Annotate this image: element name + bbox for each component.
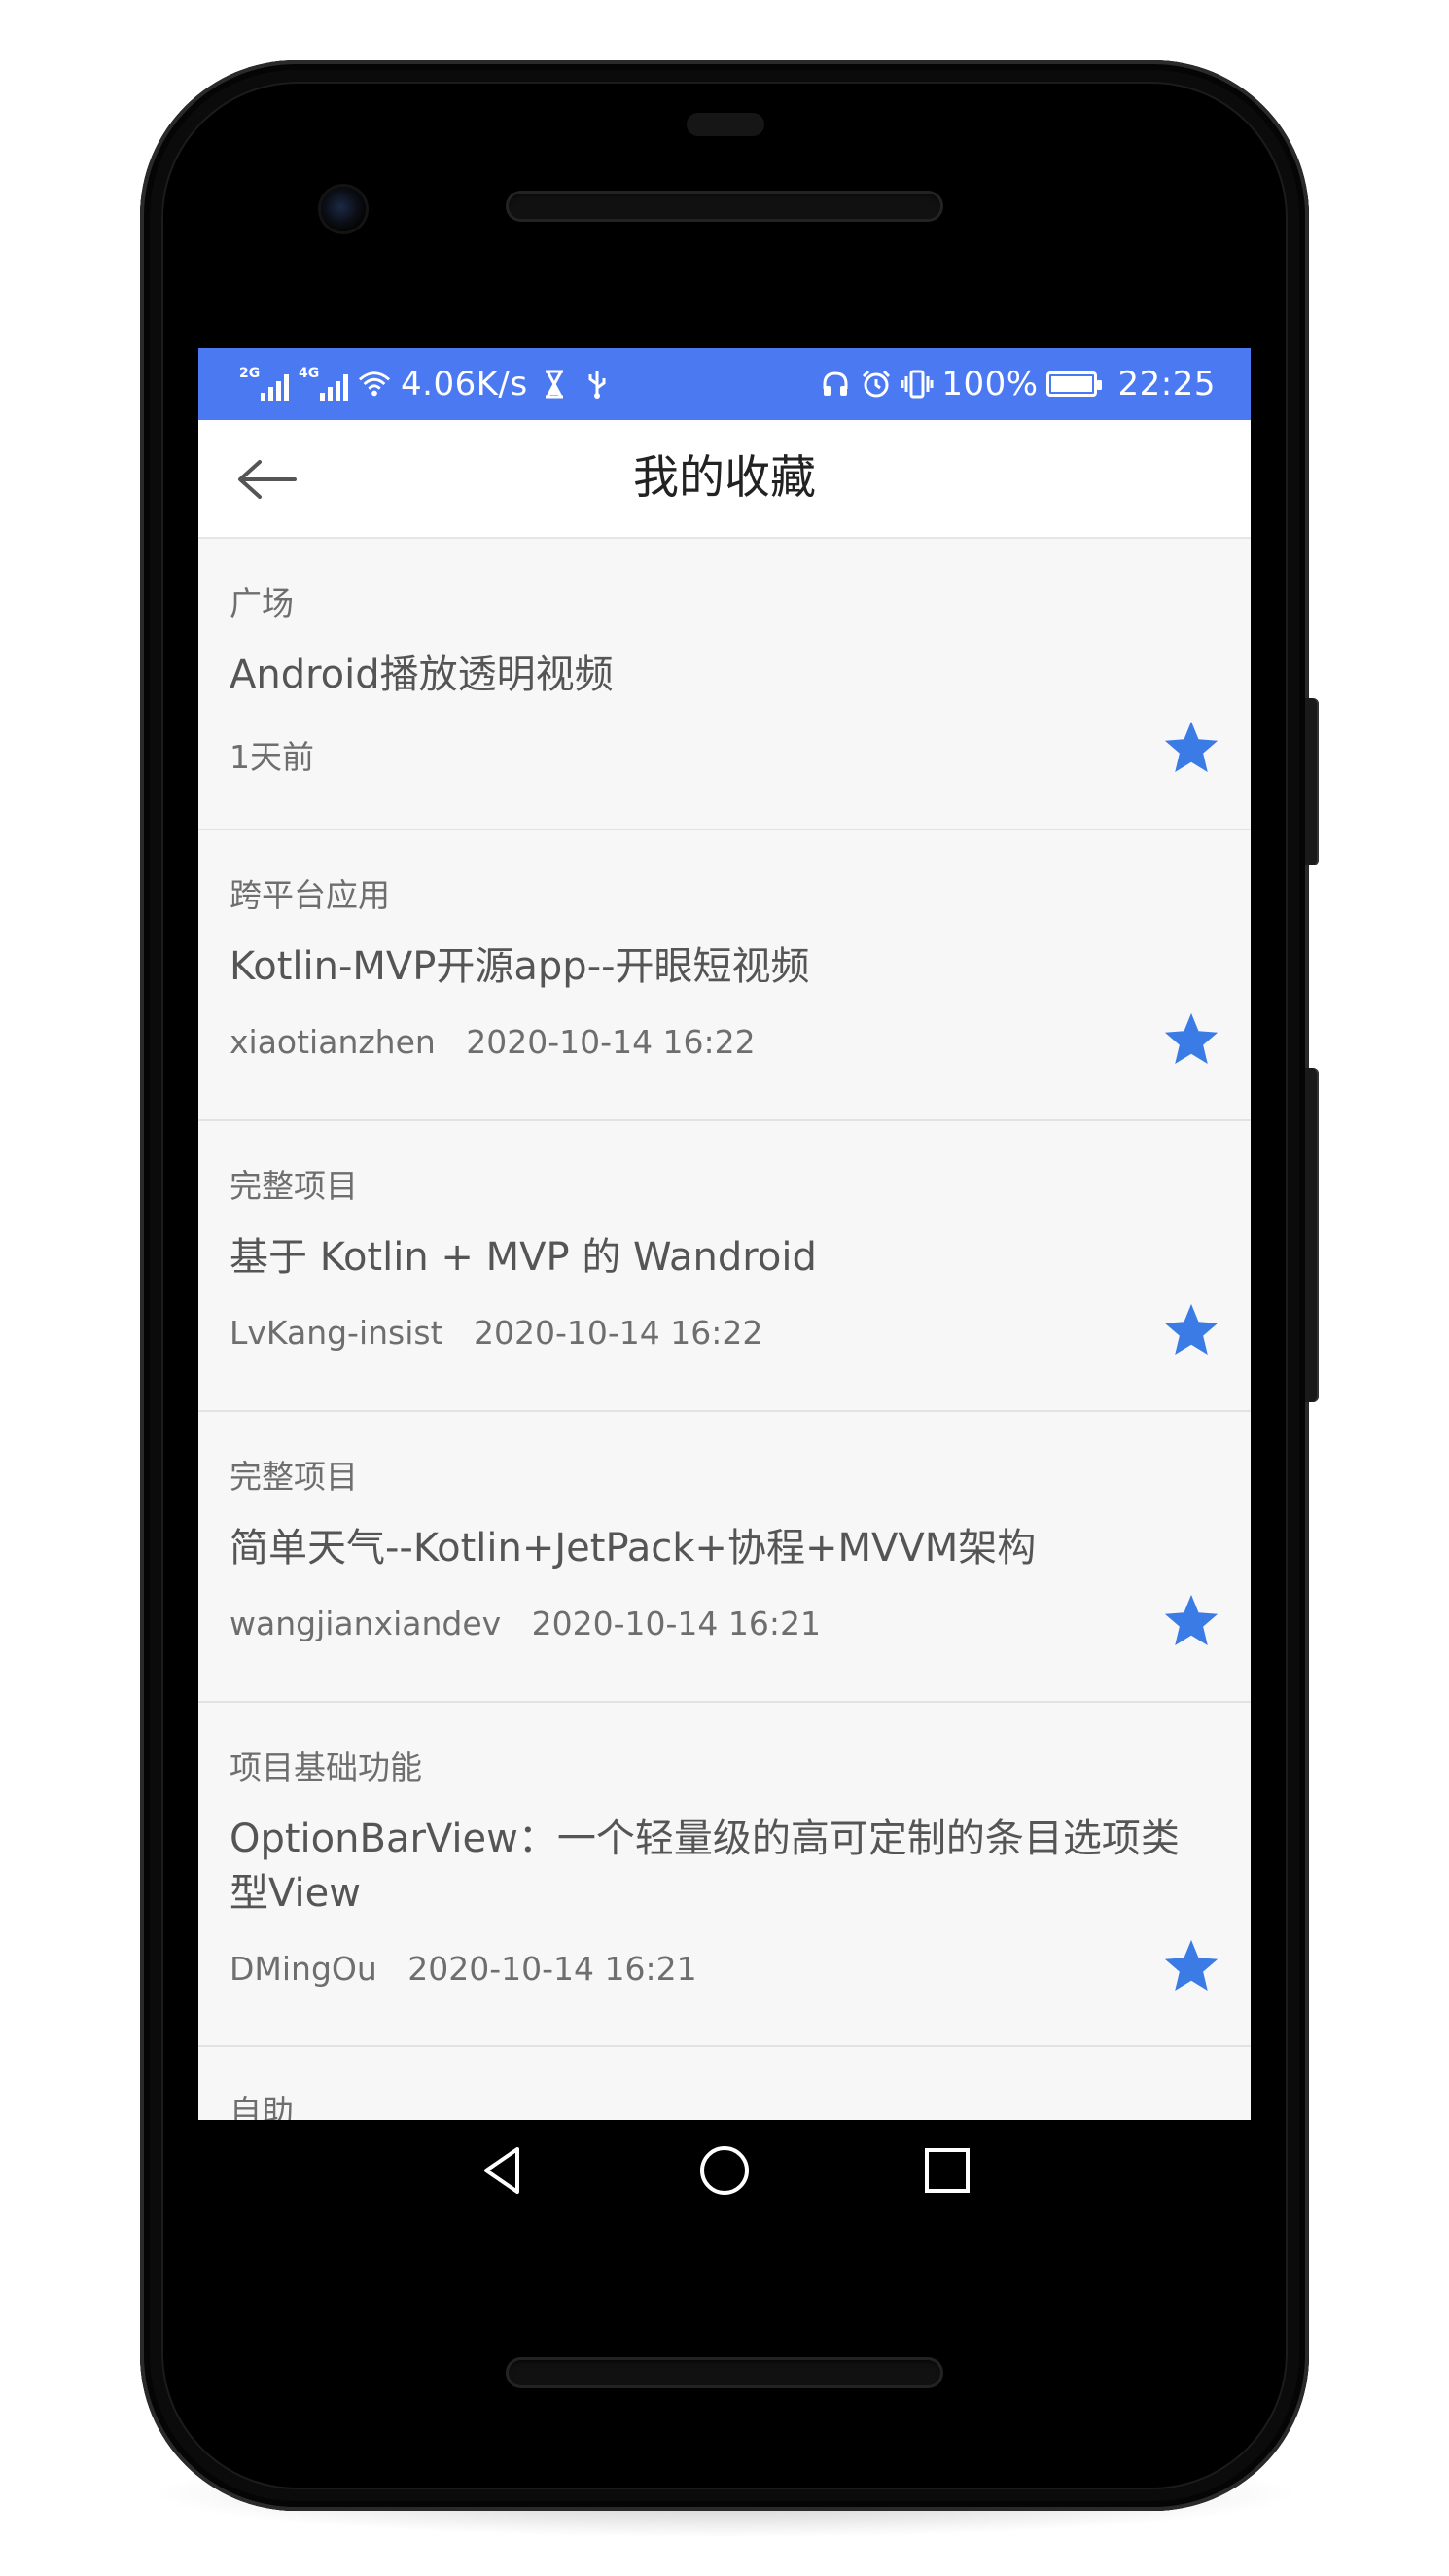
usb-icon bbox=[581, 368, 614, 401]
clock: 22:25 bbox=[1117, 365, 1216, 404]
status-bar: 2G 4G 4.06K/s 100% 22:25 bbox=[198, 348, 1251, 420]
sim1-tag: 2G bbox=[239, 366, 261, 381]
sim1-signal-icon: 2G bbox=[239, 366, 289, 401]
bottom-speaker-grille bbox=[506, 2357, 943, 2388]
sim2-tag: 4G bbox=[299, 366, 320, 381]
item-meta: xiaotianzhen 2020-10-14 16:22 bbox=[230, 1023, 756, 1061]
phone-screen: 2G 4G 4.06K/s 100% 22:25 我的收藏 广场 Android… bbox=[198, 348, 1251, 2221]
status-bar-left: 2G 4G 4.06K/s bbox=[239, 348, 614, 420]
star-icon[interactable] bbox=[1161, 1300, 1221, 1360]
item-meta: 1天前 bbox=[230, 738, 314, 776]
battery-percent: 100% bbox=[941, 365, 1039, 404]
network-speed: 4.06K/s bbox=[401, 365, 528, 404]
item-chapter: 跨平台应用 bbox=[230, 876, 390, 914]
front-camera bbox=[321, 187, 366, 231]
list-item[interactable]: 广场 Android播放透明视频 1天前 bbox=[198, 539, 1251, 830]
speaker-grille bbox=[506, 191, 943, 222]
item-chapter: 完整项目 bbox=[230, 1167, 358, 1205]
item-title: Kotlin-MVP开源app--开眼短视频 bbox=[230, 944, 810, 989]
item-chapter: 完整项目 bbox=[230, 1458, 358, 1496]
star-icon[interactable] bbox=[1161, 1936, 1221, 1996]
status-bar-right: 100% 22:25 bbox=[819, 348, 1216, 420]
sim2-signal-icon: 4G bbox=[299, 366, 348, 401]
star-icon[interactable] bbox=[1161, 1009, 1221, 1070]
list-item[interactable]: 完整项目 基于 Kotlin + MVP 的 Wandroid LvKang-i… bbox=[198, 1121, 1251, 1412]
list-item[interactable]: 项目基础功能 OptionBarView：一个轻量级的高可定制的条目选项类型Vi… bbox=[198, 1703, 1251, 2047]
item-title: Android播放透明视频 bbox=[230, 653, 614, 697]
app-bar: 我的收藏 bbox=[198, 420, 1251, 539]
headset-icon bbox=[819, 368, 852, 401]
page-title: 我的收藏 bbox=[633, 451, 816, 505]
alarm-icon bbox=[860, 368, 893, 401]
item-title: 简单天气--Kotlin+JetPack+协程+MVVM架构 bbox=[230, 1526, 1037, 1570]
volume-button bbox=[1305, 1068, 1319, 1402]
battery-icon bbox=[1045, 371, 1102, 397]
circle-home-icon[interactable] bbox=[695, 2141, 754, 2200]
hourglass-icon bbox=[538, 368, 571, 401]
vibrate-icon bbox=[901, 368, 934, 401]
star-icon[interactable] bbox=[1161, 1591, 1221, 1651]
item-chapter: 项目基础功能 bbox=[230, 1748, 422, 1786]
favorites-list: 广场 Android播放透明视频 1天前 跨平台应用 Kotlin-MVP开源a… bbox=[198, 539, 1251, 2221]
item-title: OptionBarView：一个轻量级的高可定制的条目选项类型View bbox=[230, 1817, 1180, 1916]
list-item[interactable]: 跨平台应用 Kotlin-MVP开源app--开眼短视频 xiaotianzhe… bbox=[198, 830, 1251, 1121]
list-item[interactable]: 完整项目 简单天气--Kotlin+JetPack+协程+MVVM架构 wang… bbox=[198, 1412, 1251, 1703]
item-chapter: 广场 bbox=[230, 584, 294, 622]
system-nav-bar bbox=[198, 2120, 1251, 2221]
power-button bbox=[1305, 698, 1319, 865]
item-title: 基于 Kotlin + MVP 的 Wandroid bbox=[230, 1235, 817, 1280]
item-meta: wangjianxiandev 2020-10-14 16:21 bbox=[230, 1605, 822, 1642]
star-icon[interactable] bbox=[1161, 718, 1221, 778]
wifi-icon bbox=[358, 368, 391, 401]
device-mockup: 2G 4G 4.06K/s 100% 22:25 我的收藏 广场 Android… bbox=[0, 0, 1449, 2576]
triangle-back-icon[interactable] bbox=[475, 2141, 533, 2200]
item-meta: LvKang-insist 2020-10-14 16:22 bbox=[230, 1314, 763, 1352]
square-recents-icon[interactable] bbox=[918, 2141, 976, 2200]
item-meta: DMingOu 2020-10-14 16:21 bbox=[230, 1950, 697, 1988]
earpiece-top bbox=[687, 113, 764, 136]
